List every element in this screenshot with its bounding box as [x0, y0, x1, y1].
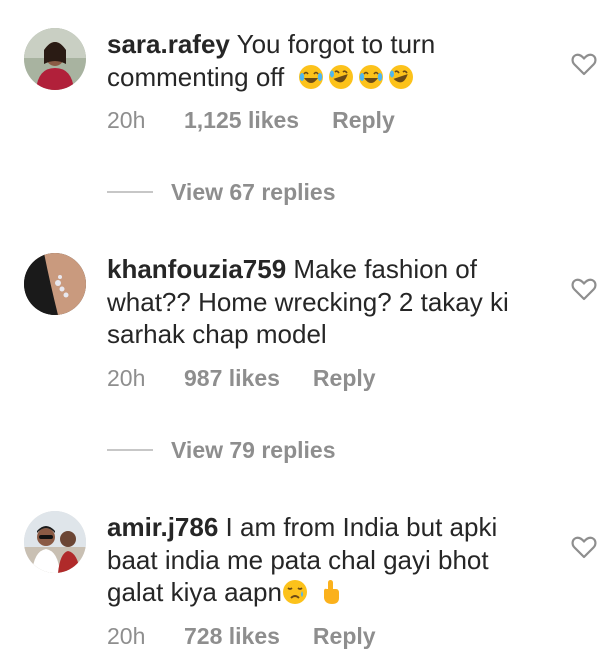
comment-meta: 20h 1,125 likes Reply [107, 107, 395, 134]
comment-time: 20h [107, 623, 146, 649]
comment-text: khanfouzia759 Make fashion of what?? Hom… [107, 253, 547, 351]
reply-button[interactable]: Reply [313, 365, 376, 392]
like-heart-icon[interactable] [571, 52, 597, 76]
comment-time: 20h [107, 107, 146, 133]
avatar-image [24, 28, 86, 90]
comment-text: amir.j786 I am from India but apki baat … [107, 511, 547, 609]
comment-likes[interactable]: 987 likes [184, 365, 280, 392]
view-replies-button[interactable]: View 67 replies [107, 178, 336, 206]
comment-meta: 20h 987 likes Reply [107, 365, 376, 392]
comment-meta: 20h 728 likes Reply [107, 623, 376, 650]
view-replies-label: View 79 replies [171, 436, 336, 463]
avatar[interactable] [24, 28, 86, 90]
comment-likes[interactable]: 728 likes [184, 623, 280, 650]
pointing-up-emoji [318, 579, 344, 605]
like-heart-icon[interactable] [571, 535, 597, 559]
rofl-emoji [328, 64, 354, 90]
view-replies-button[interactable]: View 79 replies [107, 436, 336, 464]
comment-username[interactable]: sara.rafey [107, 29, 230, 59]
view-replies-label: View 67 replies [171, 178, 336, 205]
comment-username[interactable]: khanfouzia759 [107, 254, 286, 284]
comment-likes[interactable]: 1,125 likes [184, 107, 299, 134]
rofl-emoji [388, 64, 414, 90]
replies-divider [107, 191, 153, 193]
like-heart-icon[interactable] [571, 277, 597, 301]
avatar[interactable] [24, 511, 86, 573]
comment-time: 20h [107, 365, 146, 391]
reply-button[interactable]: Reply [313, 623, 376, 650]
comment-username[interactable]: amir.j786 [107, 512, 218, 542]
comment-text: sara.rafey You forgot to turn commenting… [107, 28, 547, 93]
avatar-image [24, 511, 86, 573]
crying-face-emoji [282, 579, 308, 605]
avatar-image [24, 253, 86, 315]
avatar[interactable] [24, 253, 86, 315]
laughing-tears-emoji [358, 64, 384, 90]
replies-divider [107, 449, 153, 451]
laughing-tears-emoji [298, 64, 324, 90]
reply-button[interactable]: Reply [332, 107, 395, 134]
